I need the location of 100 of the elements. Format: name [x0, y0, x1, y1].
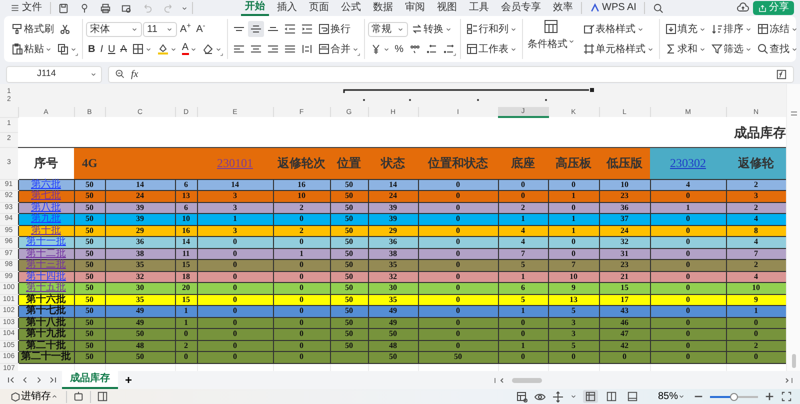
wrap-text-button[interactable]: 换行 — [316, 21, 353, 37]
merge-button[interactable]: 合并 — [316, 41, 361, 57]
last-sheet-icon[interactable] — [48, 375, 58, 385]
ribbon-tab[interactable]: 视图 — [433, 1, 461, 15]
fullscreen-icon[interactable] — [781, 391, 792, 402]
paste-button[interactable]: 粘贴 — [9, 41, 54, 57]
convert-button[interactable]: 转换 — [408, 21, 454, 37]
table-cell: 50 — [330, 260, 368, 271]
add-sheet-button[interactable]: + — [122, 373, 136, 387]
filter-button[interactable]: 筛选 — [708, 41, 754, 57]
ribbon-tab[interactable]: 审阅 — [401, 1, 429, 15]
table-cell: 15 — [175, 260, 197, 271]
zoom-in-icon[interactable] — [764, 391, 775, 402]
name-box[interactable]: J114 — [6, 66, 102, 82]
batch-label: 第十七批 — [26, 305, 66, 316]
scrollbar[interactable] — [494, 376, 794, 384]
table-cell: 7 — [548, 260, 599, 271]
table-cell: 0 — [650, 306, 726, 317]
table-cell: 3 — [197, 190, 273, 202]
sheet-tab[interactable]: 成品库存 — [62, 371, 118, 389]
function-icon[interactable] — [776, 68, 787, 80]
sum-button[interactable]: 求和 — [662, 41, 708, 57]
panel-icon[interactable] — [97, 391, 108, 402]
fill-button[interactable]: 填充 — [662, 21, 708, 37]
formula-field[interactable]: fx — [108, 66, 794, 82]
table-cell: 0 — [548, 352, 599, 363]
table-cell: 50 — [74, 352, 105, 363]
workbook-mode-button[interactable]: 进销存 — [8, 390, 60, 403]
outline-bracket-drawing[interactable] — [343, 87, 595, 102]
shrink-font-button[interactable]: A$^{-}$ — [194, 21, 208, 37]
search-icon — [756, 43, 768, 55]
ribbon-tab[interactable]: 效率 — [549, 1, 577, 15]
file-menu[interactable]: 文件 — [6, 1, 46, 15]
align-icon — [266, 43, 279, 55]
copy-icon — [57, 43, 69, 55]
ribbon-tab[interactable]: 会员专享 — [497, 1, 545, 15]
rows-columns-button[interactable]: 行和列 — [464, 21, 518, 37]
format-button[interactable]: A — [118, 41, 129, 57]
percent-button[interactable]: % — [392, 41, 406, 57]
print-preview-icon[interactable] — [121, 2, 132, 14]
worksheet-button[interactable]: 工作表 — [464, 41, 518, 57]
header-cell: 状态 — [368, 147, 418, 179]
ribbon-tab[interactable]: 页面 — [305, 1, 333, 15]
table-cell: 0 — [650, 328, 726, 340]
save-icon[interactable] — [58, 2, 69, 14]
zoom-slider-thumb[interactable] — [730, 392, 738, 400]
print-icon[interactable] — [100, 2, 111, 14]
scissors-icon — [59, 23, 71, 35]
zoom-icon[interactable] — [115, 69, 125, 79]
function-label[interactable]: fx — [131, 66, 138, 82]
cell-style-button[interactable]: 单元格样式 — [580, 41, 656, 57]
font-size-field[interactable]: 11 — [143, 22, 177, 36]
table-cell: 1 — [498, 214, 548, 225]
font-family-field[interactable]: 宋体 — [86, 22, 142, 36]
currency-icon — [370, 43, 382, 55]
pin-icon[interactable] — [79, 2, 90, 14]
table-cell: 0 — [197, 282, 273, 294]
table-cell: 30 — [105, 282, 175, 294]
table-cell: 0 — [273, 260, 330, 271]
table-cell: 50 — [330, 328, 368, 340]
view-button[interactable] — [582, 390, 598, 403]
grow-font-button[interactable]: A$^{+}$ — [178, 21, 194, 37]
table-cell: 50 — [105, 328, 175, 340]
ribbon-tab[interactable]: 插入 — [273, 1, 301, 15]
search-icon[interactable] — [653, 2, 664, 14]
conditional-format-button[interactable]: 条件格式 — [526, 19, 576, 59]
cloud-upload-icon[interactable] — [737, 2, 749, 14]
table-cell: 1 — [548, 190, 599, 202]
table-cell: 0 — [418, 260, 498, 271]
align-icon — [232, 26, 245, 32]
table-cell: 35 — [368, 260, 418, 271]
table-cell: 50 — [330, 282, 368, 294]
find-button[interactable]: 查找 — [754, 41, 800, 57]
ribbon-tab[interactable]: 公式 — [337, 1, 365, 15]
format-button[interactable]: B — [86, 41, 98, 57]
table-cell: 0 — [418, 179, 498, 190]
table-cell: 14 — [105, 179, 175, 190]
ribbon-tab[interactable]: 数据 — [369, 1, 397, 15]
font-color-button[interactable]: A — [180, 41, 199, 57]
move-icon[interactable] — [552, 390, 564, 402]
table-cell: 0 — [650, 282, 726, 294]
number-format-field[interactable]: 常规 — [368, 22, 408, 36]
ribbon-tab[interactable]: 工具 — [465, 1, 493, 15]
zoom-level-button[interactable]: 85% — [656, 390, 687, 403]
table-icon — [543, 19, 559, 35]
sort-button[interactable]: 排序 — [708, 21, 754, 37]
table-style-button[interactable]: 表格样式 — [580, 21, 656, 37]
ai-button[interactable]: WPS AI — [586, 1, 640, 15]
table-cell: 0 — [273, 282, 330, 294]
table-cell: 36 — [368, 236, 418, 248]
border-icon — [132, 43, 144, 55]
format-painter-button[interactable]: 格式刷 — [9, 21, 56, 37]
first-sheet-icon[interactable] — [6, 375, 16, 385]
table-settings-icon[interactable] — [516, 390, 528, 402]
format-button[interactable]: I — [98, 41, 106, 57]
table-cell: 50 — [74, 282, 105, 294]
align-button[interactable] — [248, 21, 264, 37]
format-button[interactable]: U — [106, 41, 118, 57]
align-icon — [232, 43, 245, 55]
freeze-button[interactable]: 冻结 — [754, 21, 800, 37]
